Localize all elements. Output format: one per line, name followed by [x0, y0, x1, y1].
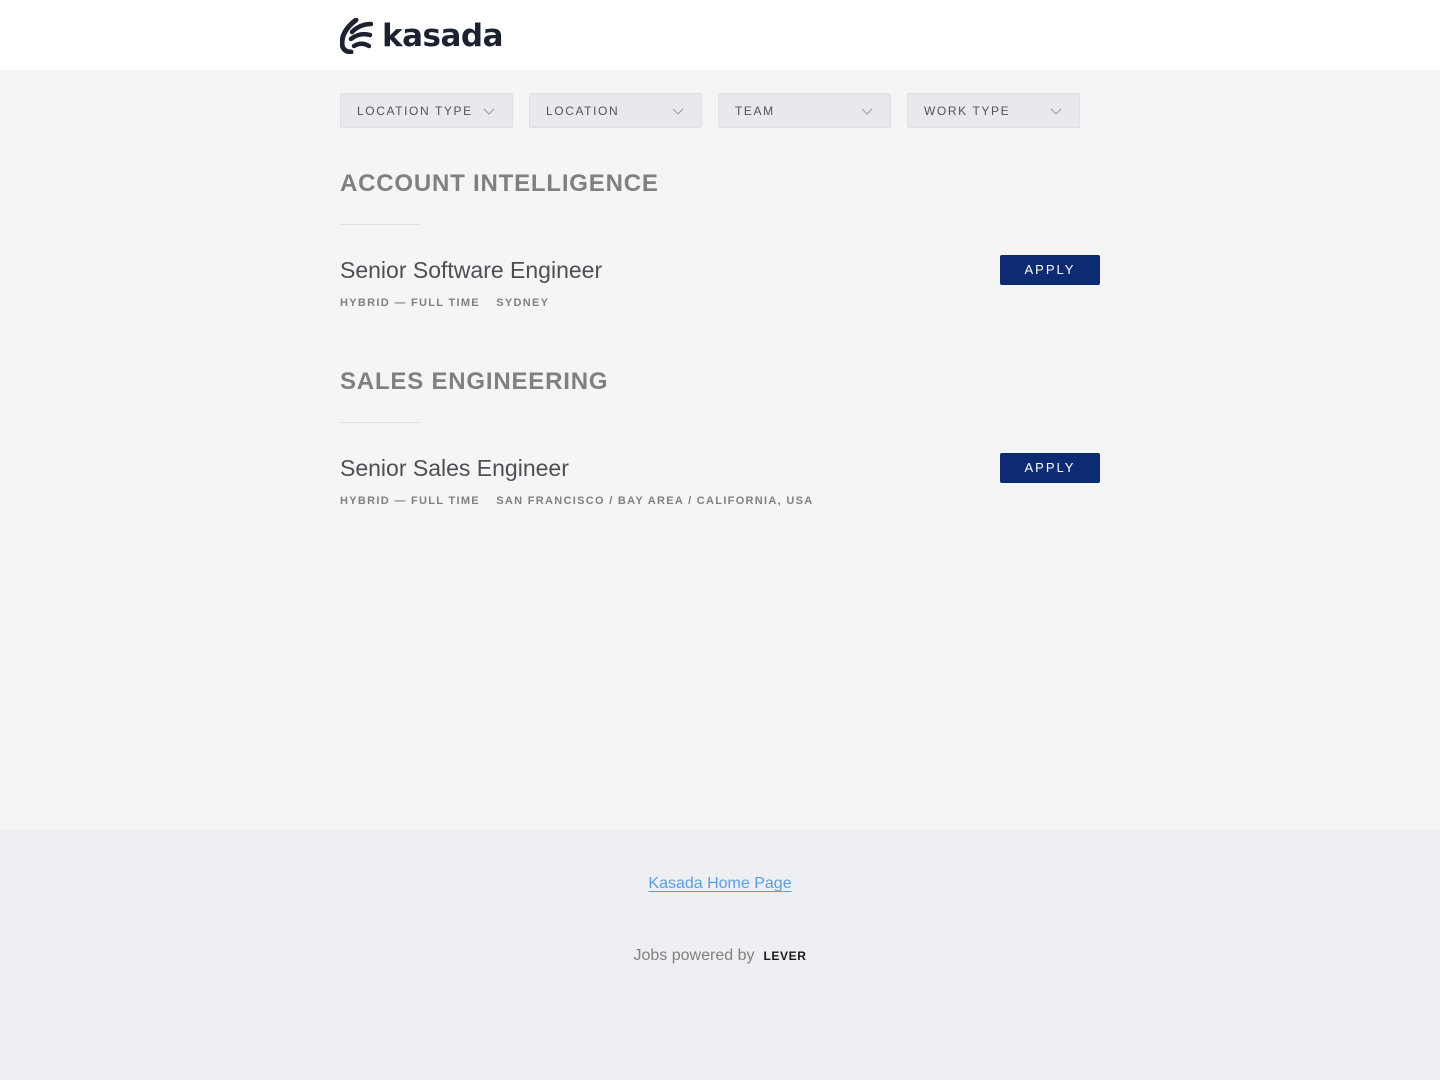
powered-by-text: Jobs powered by [633, 947, 755, 964]
job-commitment: HYBRID — FULL TIME [340, 297, 480, 309]
chevron-down-icon [1050, 108, 1062, 115]
apply-button[interactable]: APPLY [1000, 453, 1100, 483]
kasada-logo[interactable]: kasada [340, 16, 504, 56]
footer: Kasada Home Page Jobs powered by LEVER [0, 830, 1440, 1080]
job-meta: HYBRID — FULL TIME SAN FRANCISCO / BAY A… [340, 493, 813, 509]
apply-button[interactable]: APPLY [1000, 255, 1100, 285]
footer-link-row: Kasada Home Page [0, 874, 1440, 894]
section-divider [340, 422, 420, 423]
home-page-link[interactable]: Kasada Home Page [648, 875, 791, 892]
job-location: SYDNEY [496, 297, 550, 309]
filter-location-type[interactable]: LOCATION TYPE [340, 93, 513, 128]
job-location: SAN FRANCISCO / BAY AREA / CALIFORNIA, U… [496, 495, 814, 507]
section-divider [340, 224, 420, 225]
filter-team[interactable]: TEAM [718, 93, 891, 128]
chevron-down-icon [483, 108, 495, 115]
chevron-down-icon [861, 108, 873, 115]
top-bar: kasada [0, 0, 1440, 70]
job-filters: LOCATION TYPE LOCATION TEAM WORK TYPE [340, 93, 1100, 128]
filter-label: WORK TYPE [924, 103, 1011, 118]
filter-label: LOCATION TYPE [357, 103, 473, 118]
filter-work-type[interactable]: WORK TYPE [907, 93, 1080, 128]
job-title-link[interactable]: Senior Software Engineer [340, 255, 602, 285]
job-title-link[interactable]: Senior Sales Engineer [340, 453, 569, 483]
filter-label: LOCATION [546, 103, 620, 118]
job-commitment: HYBRID — FULL TIME [340, 495, 480, 507]
job-meta: HYBRID — FULL TIME SYDNEY [340, 295, 549, 311]
filter-location[interactable]: LOCATION [529, 93, 702, 128]
brand-name: kasada [382, 18, 504, 54]
filter-label: TEAM [735, 103, 775, 118]
section-title-account-intelligence: ACCOUNT INTELLIGENCE [340, 170, 659, 197]
lever-logo[interactable]: LEVER [763, 946, 806, 966]
kasada-logo-icon [340, 18, 373, 54]
chevron-down-icon [672, 108, 684, 115]
powered-by: Jobs powered by LEVER [0, 946, 1440, 966]
section-title-sales-engineering: SALES ENGINEERING [340, 368, 609, 395]
